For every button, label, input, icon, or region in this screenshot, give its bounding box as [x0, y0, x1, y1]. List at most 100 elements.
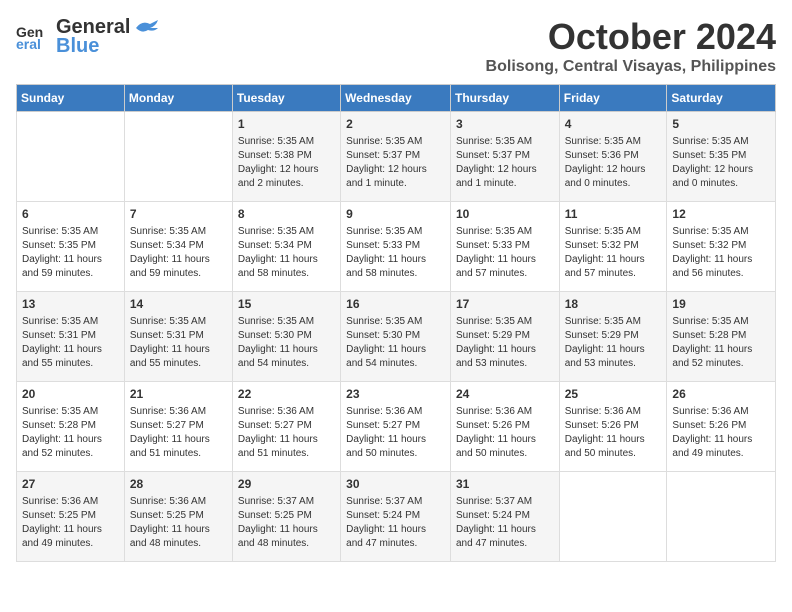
- day-number: 22: [238, 386, 335, 403]
- day-info: Sunrise: 5:35 AMSunset: 5:32 PMDaylight:…: [672, 225, 770, 281]
- calendar-cell: 5 Sunrise: 5:35 AMSunset: 5:35 PMDaylight…: [667, 112, 776, 202]
- calendar-table: SundayMondayTuesdayWednesdayThursdayFrid…: [16, 84, 776, 562]
- day-info: Sunrise: 5:35 AMSunset: 5:28 PMDaylight:…: [22, 405, 119, 461]
- day-info: Sunrise: 5:35 AMSunset: 5:32 PMDaylight:…: [565, 225, 662, 281]
- weekday-header-friday: Friday: [559, 85, 667, 112]
- calendar-cell: 26 Sunrise: 5:36 AMSunset: 5:26 PMDayligh…: [667, 382, 776, 472]
- day-info: Sunrise: 5:36 AMSunset: 5:25 PMDaylight:…: [22, 495, 119, 551]
- calendar-week-1: 1Sunrise: 5:35 AMSunset: 5:38 PMDaylight…: [17, 112, 776, 202]
- calendar-cell: 7 Sunrise: 5:35 AMSunset: 5:34 PMDaylight…: [124, 202, 232, 292]
- calendar-cell: [667, 472, 776, 562]
- weekday-header-sunday: Sunday: [17, 85, 125, 112]
- calendar-cell: 27Sunrise: 5:36 AMSunset: 5:25 PMDayligh…: [17, 472, 125, 562]
- day-number: 12: [672, 206, 770, 223]
- day-number: 25: [565, 386, 662, 403]
- calendar-week-4: 20 Sunrise: 5:35 AMSunset: 5:28 PMDayligh…: [17, 382, 776, 472]
- day-info: Sunrise: 5:37 AMSunset: 5:24 PMDaylight:…: [456, 495, 554, 551]
- calendar-cell: 22 Sunrise: 5:36 AMSunset: 5:27 PMDayligh…: [232, 382, 340, 472]
- day-number: 20: [22, 386, 119, 403]
- month-title: October 2024: [486, 16, 776, 58]
- calendar-cell: [17, 112, 125, 202]
- day-number: 30: [346, 476, 445, 493]
- location-title: Bolisong, Central Visayas, Philippines: [486, 58, 776, 76]
- calendar-cell: 16Sunrise: 5:35 AMSunset: 5:30 PMDayligh…: [341, 292, 451, 382]
- calendar-cell: 10Sunrise: 5:35 AMSunset: 5:33 PMDayligh…: [450, 202, 559, 292]
- calendar-cell: 18 Sunrise: 5:35 AMSunset: 5:29 PMDayligh…: [559, 292, 667, 382]
- day-number: 28: [130, 476, 227, 493]
- calendar-cell: 29 Sunrise: 5:37 AMSunset: 5:25 PMDayligh…: [232, 472, 340, 562]
- day-info: Sunrise: 5:35 AMSunset: 5:36 PMDaylight:…: [565, 135, 662, 191]
- day-number: 11: [565, 206, 662, 223]
- day-info: Sunrise: 5:35 AMSunset: 5:35 PMDaylight:…: [22, 225, 119, 281]
- weekday-header-saturday: Saturday: [667, 85, 776, 112]
- calendar-cell: 28 Sunrise: 5:36 AMSunset: 5:25 PMDayligh…: [124, 472, 232, 562]
- day-number: 4: [565, 116, 662, 133]
- day-number: 7: [130, 206, 227, 223]
- day-info: Sunrise: 5:36 AMSunset: 5:27 PMDaylight:…: [238, 405, 335, 461]
- calendar-cell: [124, 112, 232, 202]
- day-info: Sunrise: 5:35 AMSunset: 5:37 PMDaylight:…: [346, 135, 445, 191]
- day-number: 31: [456, 476, 554, 493]
- calendar-cell: 13Sunrise: 5:35 AMSunset: 5:31 PMDayligh…: [17, 292, 125, 382]
- svg-text:eral: eral: [16, 36, 41, 52]
- logo-icon: Gen eral: [16, 19, 52, 55]
- calendar-cell: 3 Sunrise: 5:35 AMSunset: 5:37 PMDaylight…: [450, 112, 559, 202]
- day-number: 29: [238, 476, 335, 493]
- day-info: Sunrise: 5:35 AMSunset: 5:29 PMDaylight:…: [456, 315, 554, 371]
- calendar-cell: 25 Sunrise: 5:36 AMSunset: 5:26 PMDayligh…: [559, 382, 667, 472]
- calendar-cell: 17 Sunrise: 5:35 AMSunset: 5:29 PMDayligh…: [450, 292, 559, 382]
- day-info: Sunrise: 5:36 AMSunset: 5:25 PMDaylight:…: [130, 495, 227, 551]
- day-info: Sunrise: 5:36 AMSunset: 5:27 PMDaylight:…: [130, 405, 227, 461]
- calendar-week-5: 27Sunrise: 5:36 AMSunset: 5:25 PMDayligh…: [17, 472, 776, 562]
- day-info: Sunrise: 5:35 AMSunset: 5:29 PMDaylight:…: [565, 315, 662, 371]
- logo-bird-icon: [132, 18, 160, 38]
- calendar-cell: 1Sunrise: 5:35 AMSunset: 5:38 PMDaylight…: [232, 112, 340, 202]
- weekday-header-wednesday: Wednesday: [341, 85, 451, 112]
- day-info: Sunrise: 5:35 AMSunset: 5:34 PMDaylight:…: [130, 225, 227, 281]
- day-info: Sunrise: 5:35 AMSunset: 5:38 PMDaylight:…: [238, 135, 335, 191]
- day-number: 16: [346, 296, 445, 313]
- calendar-cell: 23Sunrise: 5:36 AMSunset: 5:27 PMDayligh…: [341, 382, 451, 472]
- day-number: 26: [672, 386, 770, 403]
- day-number: 17: [456, 296, 554, 313]
- day-info: Sunrise: 5:37 AMSunset: 5:24 PMDaylight:…: [346, 495, 445, 551]
- day-number: 5: [672, 116, 770, 133]
- day-number: 3: [456, 116, 554, 133]
- calendar-header-row: SundayMondayTuesdayWednesdayThursdayFrid…: [17, 85, 776, 112]
- day-number: 9: [346, 206, 445, 223]
- calendar-cell: 15Sunrise: 5:35 AMSunset: 5:30 PMDayligh…: [232, 292, 340, 382]
- weekday-header-monday: Monday: [124, 85, 232, 112]
- calendar-cell: 2 Sunrise: 5:35 AMSunset: 5:37 PMDaylight…: [341, 112, 451, 202]
- calendar-cell: 6 Sunrise: 5:35 AMSunset: 5:35 PMDaylight…: [17, 202, 125, 292]
- logo: Gen eral General Blue: [16, 16, 160, 58]
- calendar-cell: 4 Sunrise: 5:35 AMSunset: 5:36 PMDaylight…: [559, 112, 667, 202]
- weekday-header-thursday: Thursday: [450, 85, 559, 112]
- calendar-cell: 31 Sunrise: 5:37 AMSunset: 5:24 PMDayligh…: [450, 472, 559, 562]
- day-number: 2: [346, 116, 445, 133]
- calendar-cell: 9 Sunrise: 5:35 AMSunset: 5:33 PMDaylight…: [341, 202, 451, 292]
- day-info: Sunrise: 5:35 AMSunset: 5:28 PMDaylight:…: [672, 315, 770, 371]
- day-number: 23: [346, 386, 445, 403]
- day-info: Sunrise: 5:36 AMSunset: 5:26 PMDaylight:…: [672, 405, 770, 461]
- day-number: 21: [130, 386, 227, 403]
- weekday-header-tuesday: Tuesday: [232, 85, 340, 112]
- calendar-cell: 12 Sunrise: 5:35 AMSunset: 5:32 PMDayligh…: [667, 202, 776, 292]
- day-info: Sunrise: 5:35 AMSunset: 5:33 PMDaylight:…: [456, 225, 554, 281]
- calendar-cell: 24Sunrise: 5:36 AMSunset: 5:26 PMDayligh…: [450, 382, 559, 472]
- day-number: 6: [22, 206, 119, 223]
- day-number: 15: [238, 296, 335, 313]
- calendar-cell: 21 Sunrise: 5:36 AMSunset: 5:27 PMDayligh…: [124, 382, 232, 472]
- day-number: 19: [672, 296, 770, 313]
- day-info: Sunrise: 5:35 AMSunset: 5:33 PMDaylight:…: [346, 225, 445, 281]
- day-info: Sunrise: 5:35 AMSunset: 5:35 PMDaylight:…: [672, 135, 770, 191]
- calendar-cell: 8Sunrise: 5:35 AMSunset: 5:34 PMDaylight…: [232, 202, 340, 292]
- day-info: Sunrise: 5:36 AMSunset: 5:26 PMDaylight:…: [456, 405, 554, 461]
- day-number: 18: [565, 296, 662, 313]
- day-number: 8: [238, 206, 335, 223]
- day-info: Sunrise: 5:35 AMSunset: 5:37 PMDaylight:…: [456, 135, 554, 191]
- calendar-week-3: 13Sunrise: 5:35 AMSunset: 5:31 PMDayligh…: [17, 292, 776, 382]
- day-info: Sunrise: 5:35 AMSunset: 5:31 PMDaylight:…: [22, 315, 119, 371]
- day-info: Sunrise: 5:37 AMSunset: 5:25 PMDaylight:…: [238, 495, 335, 551]
- day-info: Sunrise: 5:35 AMSunset: 5:31 PMDaylight:…: [130, 315, 227, 371]
- day-info: Sunrise: 5:36 AMSunset: 5:26 PMDaylight:…: [565, 405, 662, 461]
